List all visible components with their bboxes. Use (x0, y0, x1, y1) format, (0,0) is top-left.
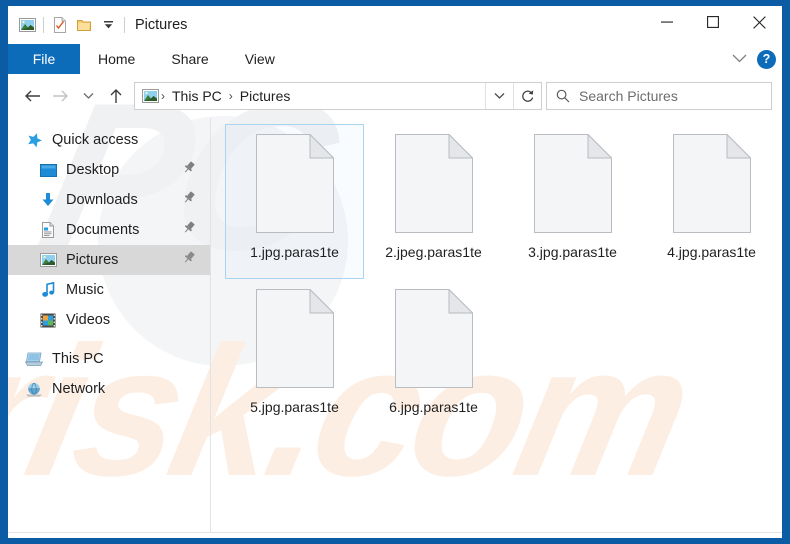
file-name-label: 4.jpg.paras1te (667, 244, 756, 260)
navigation-bar: › This PC › Pictures (8, 74, 782, 118)
generic-file-icon (256, 134, 334, 233)
pictures-icon (38, 251, 58, 269)
downloads-icon (38, 191, 58, 209)
sidebar-item-music[interactable]: Music (8, 275, 210, 305)
refresh-icon[interactable] (513, 83, 541, 109)
recent-locations-chevron-icon[interactable] (74, 81, 102, 111)
music-icon (38, 281, 58, 299)
file-name-label: 2.jpeg.paras1te (385, 244, 482, 260)
maximize-button[interactable] (690, 6, 736, 38)
title-bar: Pictures (8, 6, 782, 44)
pictures-folder-icon[interactable] (15, 13, 39, 37)
sidebar-gap-1 (8, 335, 210, 344)
customize-qat-chevron-icon[interactable] (96, 13, 120, 37)
generic-file-icon (395, 289, 473, 388)
sidebar-item-label: Videos (66, 312, 110, 328)
file-item[interactable]: 5.jpg.paras1te (225, 279, 364, 434)
back-button[interactable] (18, 81, 46, 111)
ribbon-right-controls: ? (732, 44, 776, 74)
forward-button[interactable] (46, 81, 74, 111)
videos-icon (38, 311, 58, 329)
properties-icon[interactable] (48, 13, 72, 37)
file-grid: 1.jpg.paras1te 2.jpeg.paras1te (225, 124, 782, 434)
address-dropdown-chevron-icon[interactable] (485, 83, 513, 109)
file-item[interactable]: 3.jpg.paras1te (503, 124, 642, 279)
sidebar-item-network[interactable]: Network (8, 374, 210, 404)
ribbon-tab-bar: File Home Share View ? (8, 44, 782, 74)
sidebar-item-pictures[interactable]: Pictures (8, 245, 210, 275)
file-item[interactable]: 2.jpeg.paras1te (364, 124, 503, 279)
sidebar-item-documents[interactable]: Documents (8, 215, 210, 245)
desktop-icon (38, 161, 58, 179)
qat-separator-1 (43, 17, 44, 33)
sidebar-item-desktop[interactable]: Desktop (8, 155, 210, 185)
file-name-label: 5.jpg.paras1te (250, 399, 339, 415)
status-bar: 6 items (8, 532, 782, 538)
minimize-button[interactable] (644, 6, 690, 38)
file-name-label: 1.jpg.paras1te (250, 244, 339, 260)
breadcrumb-item-this-pc[interactable]: This PC (167, 88, 227, 104)
collapse-ribbon-chevron-icon[interactable] (732, 50, 747, 68)
file-list-pane[interactable]: 1.jpg.paras1te 2.jpeg.paras1te (211, 118, 782, 532)
navigation-pane: Quick access Desktop (8, 118, 210, 532)
pin-icon[interactable] (182, 251, 196, 270)
sidebar-item-downloads[interactable]: Downloads (8, 185, 210, 215)
file-item[interactable]: 6.jpg.paras1te (364, 279, 503, 434)
up-button[interactable] (102, 81, 130, 111)
window-title: Pictures (135, 18, 187, 33)
sidebar-item-label: Documents (66, 222, 139, 238)
sidebar-item-videos[interactable]: Videos (8, 305, 210, 335)
generic-file-icon (673, 134, 751, 233)
sidebar-item-label: Music (66, 282, 104, 298)
file-item[interactable]: 4.jpg.paras1te (642, 124, 781, 279)
sidebar-item-label: Desktop (66, 162, 119, 178)
file-name-label: 3.jpg.paras1te (528, 244, 617, 260)
qat-separator-2 (124, 17, 125, 33)
tab-home[interactable]: Home (80, 44, 153, 74)
tab-view[interactable]: View (227, 44, 293, 74)
sidebar-item-this-pc[interactable]: This PC (8, 344, 210, 374)
window-controls (644, 6, 782, 38)
explorer-body: Quick access Desktop (8, 118, 782, 532)
quick-access-toolbar (8, 13, 129, 37)
tab-share[interactable]: Share (153, 44, 226, 74)
new-folder-icon[interactable] (72, 13, 96, 37)
sidebar-item-quick-access[interactable]: Quick access (8, 125, 210, 155)
pin-icon[interactable] (182, 191, 196, 210)
help-button[interactable]: ? (757, 50, 776, 69)
sidebar-item-label: Network (52, 381, 105, 397)
address-bar[interactable]: › This PC › Pictures (134, 82, 542, 110)
file-explorer-window: PC risk.com (8, 6, 782, 538)
file-name-label: 6.jpg.paras1te (389, 399, 478, 415)
generic-file-icon (395, 134, 473, 233)
generic-file-icon (534, 134, 612, 233)
tab-file[interactable]: File (8, 44, 80, 74)
sidebar-item-label: Quick access (52, 132, 138, 148)
star-icon (24, 131, 44, 149)
this-pc-icon (24, 350, 44, 368)
search-icon (556, 89, 570, 103)
generic-file-icon (256, 289, 334, 388)
breadcrumb-item-pictures[interactable]: Pictures (235, 88, 296, 104)
pin-icon[interactable] (182, 161, 196, 180)
file-item[interactable]: 1.jpg.paras1te (225, 124, 364, 279)
breadcrumb-separator-2: › (227, 89, 235, 103)
breadcrumb-separator-1: › (159, 89, 167, 103)
breadcrumb: › This PC › Pictures (135, 88, 485, 104)
network-icon (24, 380, 44, 398)
sidebar-item-label: Pictures (66, 252, 118, 268)
search-box[interactable] (546, 82, 772, 110)
documents-icon (38, 221, 58, 239)
sidebar-item-label: Downloads (66, 192, 138, 208)
search-input[interactable] (570, 88, 771, 104)
breadcrumb-pictures-icon[interactable] (142, 89, 159, 103)
pin-icon[interactable] (182, 221, 196, 240)
sidebar-item-label: This PC (52, 351, 104, 367)
close-button[interactable] (736, 6, 782, 38)
